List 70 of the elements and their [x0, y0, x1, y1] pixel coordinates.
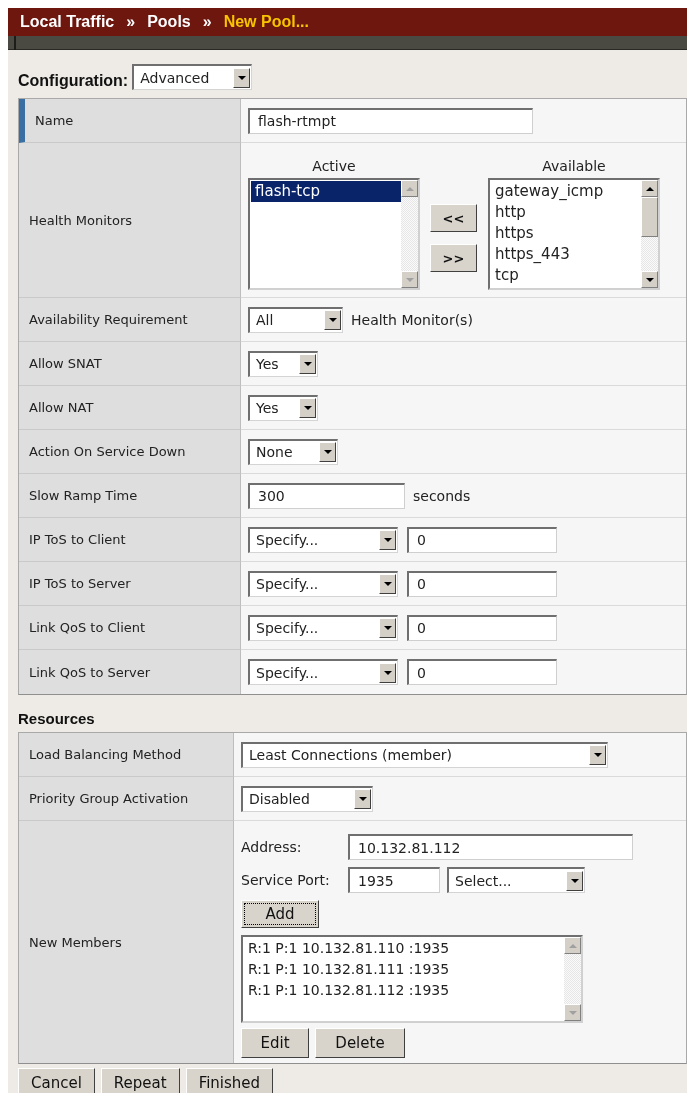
form-button[interactable]: Cancel	[18, 1068, 95, 1093]
breadcrumb-link[interactable]: Local Traffic	[20, 13, 115, 31]
row-label: New Members	[19, 821, 234, 1063]
form-button[interactable]: Repeat	[100, 1068, 180, 1093]
text-field[interactable]: 0	[407, 659, 557, 685]
row-label: Load Balancing Method	[19, 733, 234, 777]
list-box[interactable]: flash-tcp	[248, 178, 420, 290]
select-field[interactable]: Disabled	[241, 785, 373, 812]
text-field[interactable]: 10.132.81.112	[348, 834, 633, 860]
move-button[interactable]: >>	[430, 244, 477, 272]
list-option[interactable]: gateway_icmp	[491, 181, 641, 202]
list-action-button[interactable]: Delete	[315, 1028, 405, 1058]
breadcrumb-separator: »	[126, 13, 136, 31]
list-action-button[interactable]: Edit	[241, 1028, 309, 1058]
list-option[interactable]: flash-tcp	[251, 181, 401, 202]
select-field[interactable]: Specify...	[248, 614, 398, 641]
text-field[interactable]: 1935	[348, 867, 440, 893]
list-option[interactable]: R:1 P:1 10.132.81.111 :1935	[244, 959, 564, 980]
row-label: Slow Ramp Time	[19, 474, 241, 518]
list-option[interactable]: http	[491, 202, 641, 223]
unit-label: seconds	[413, 487, 471, 504]
list-heading: Available	[542, 158, 606, 174]
row-label: Priority Group Activation	[19, 777, 234, 821]
row-label: Availability Requirement	[19, 298, 241, 342]
select-field[interactable]: None	[248, 438, 338, 465]
breadcrumb-link[interactable]: New Pool...	[223, 13, 309, 31]
row-label: Link QoS to Server	[19, 650, 241, 694]
select-field[interactable]: Select...	[447, 867, 585, 893]
list-option[interactable]: https_443	[491, 244, 641, 265]
select-field[interactable]: Least Connections (member)	[241, 741, 608, 768]
text-field[interactable]: 300	[248, 482, 405, 509]
scrollbar[interactable]	[564, 937, 581, 1021]
row-label: Name	[19, 99, 241, 143]
text-field[interactable]: 0	[407, 526, 557, 553]
move-button[interactable]: <<	[430, 204, 477, 232]
add-button[interactable]: Add	[241, 900, 319, 928]
row-label: IP ToS to Client	[19, 518, 241, 562]
list-option[interactable]: https	[491, 223, 641, 244]
text-field[interactable]: 0	[407, 570, 557, 597]
select-field[interactable]: Specify...	[248, 659, 398, 685]
scrollbar[interactable]	[641, 180, 658, 288]
row-label: Link QoS to Client	[19, 606, 241, 650]
select-field[interactable]: All	[248, 306, 343, 333]
list-box[interactable]: gateway_icmp http https https_443 tcp	[488, 178, 660, 290]
field-label: Service Port:	[241, 872, 331, 888]
list-option[interactable]: tcp	[491, 265, 641, 286]
row-label: Health Monitors	[19, 143, 241, 298]
breadcrumb-separator: »	[202, 13, 212, 31]
row-label: IP ToS to Server	[19, 562, 241, 606]
section-heading: Resources	[18, 709, 96, 729]
list-option[interactable]: R:1 P:1 10.132.81.110 :1935	[244, 938, 564, 959]
configuration-label: Configuration:	[18, 72, 129, 90]
breadcrumb-link[interactable]: Pools	[147, 13, 191, 31]
list-option[interactable]: R:1 P:1 10.132.81.112 :1935	[244, 980, 564, 1001]
select-field[interactable]: Specify...	[248, 570, 398, 597]
row-label: Allow SNAT	[19, 342, 241, 386]
configuration-select[interactable]: Advanced	[132, 64, 253, 90]
list-heading: Active	[312, 158, 356, 174]
text-field[interactable]: flash-rtmpt	[248, 107, 533, 134]
select-field[interactable]: Specify...	[248, 526, 398, 553]
select-field[interactable]: Yes	[248, 350, 318, 377]
scrollbar[interactable]	[401, 180, 418, 288]
select-field[interactable]: Yes	[248, 394, 318, 421]
row-label: Action On Service Down	[19, 430, 241, 474]
list-box[interactable]: R:1 P:1 10.132.81.110 :1935 R:1 P:1 10.132.81.111 :1935 R:1 P:1 10.132.81.112 :1935	[241, 935, 583, 1023]
text-field[interactable]: 0	[407, 614, 557, 641]
row-label: Allow NAT	[19, 386, 241, 430]
unit-label: Health Monitor(s)	[351, 311, 473, 328]
form-button[interactable]: Finished	[185, 1068, 274, 1093]
field-label: Address:	[241, 839, 303, 855]
